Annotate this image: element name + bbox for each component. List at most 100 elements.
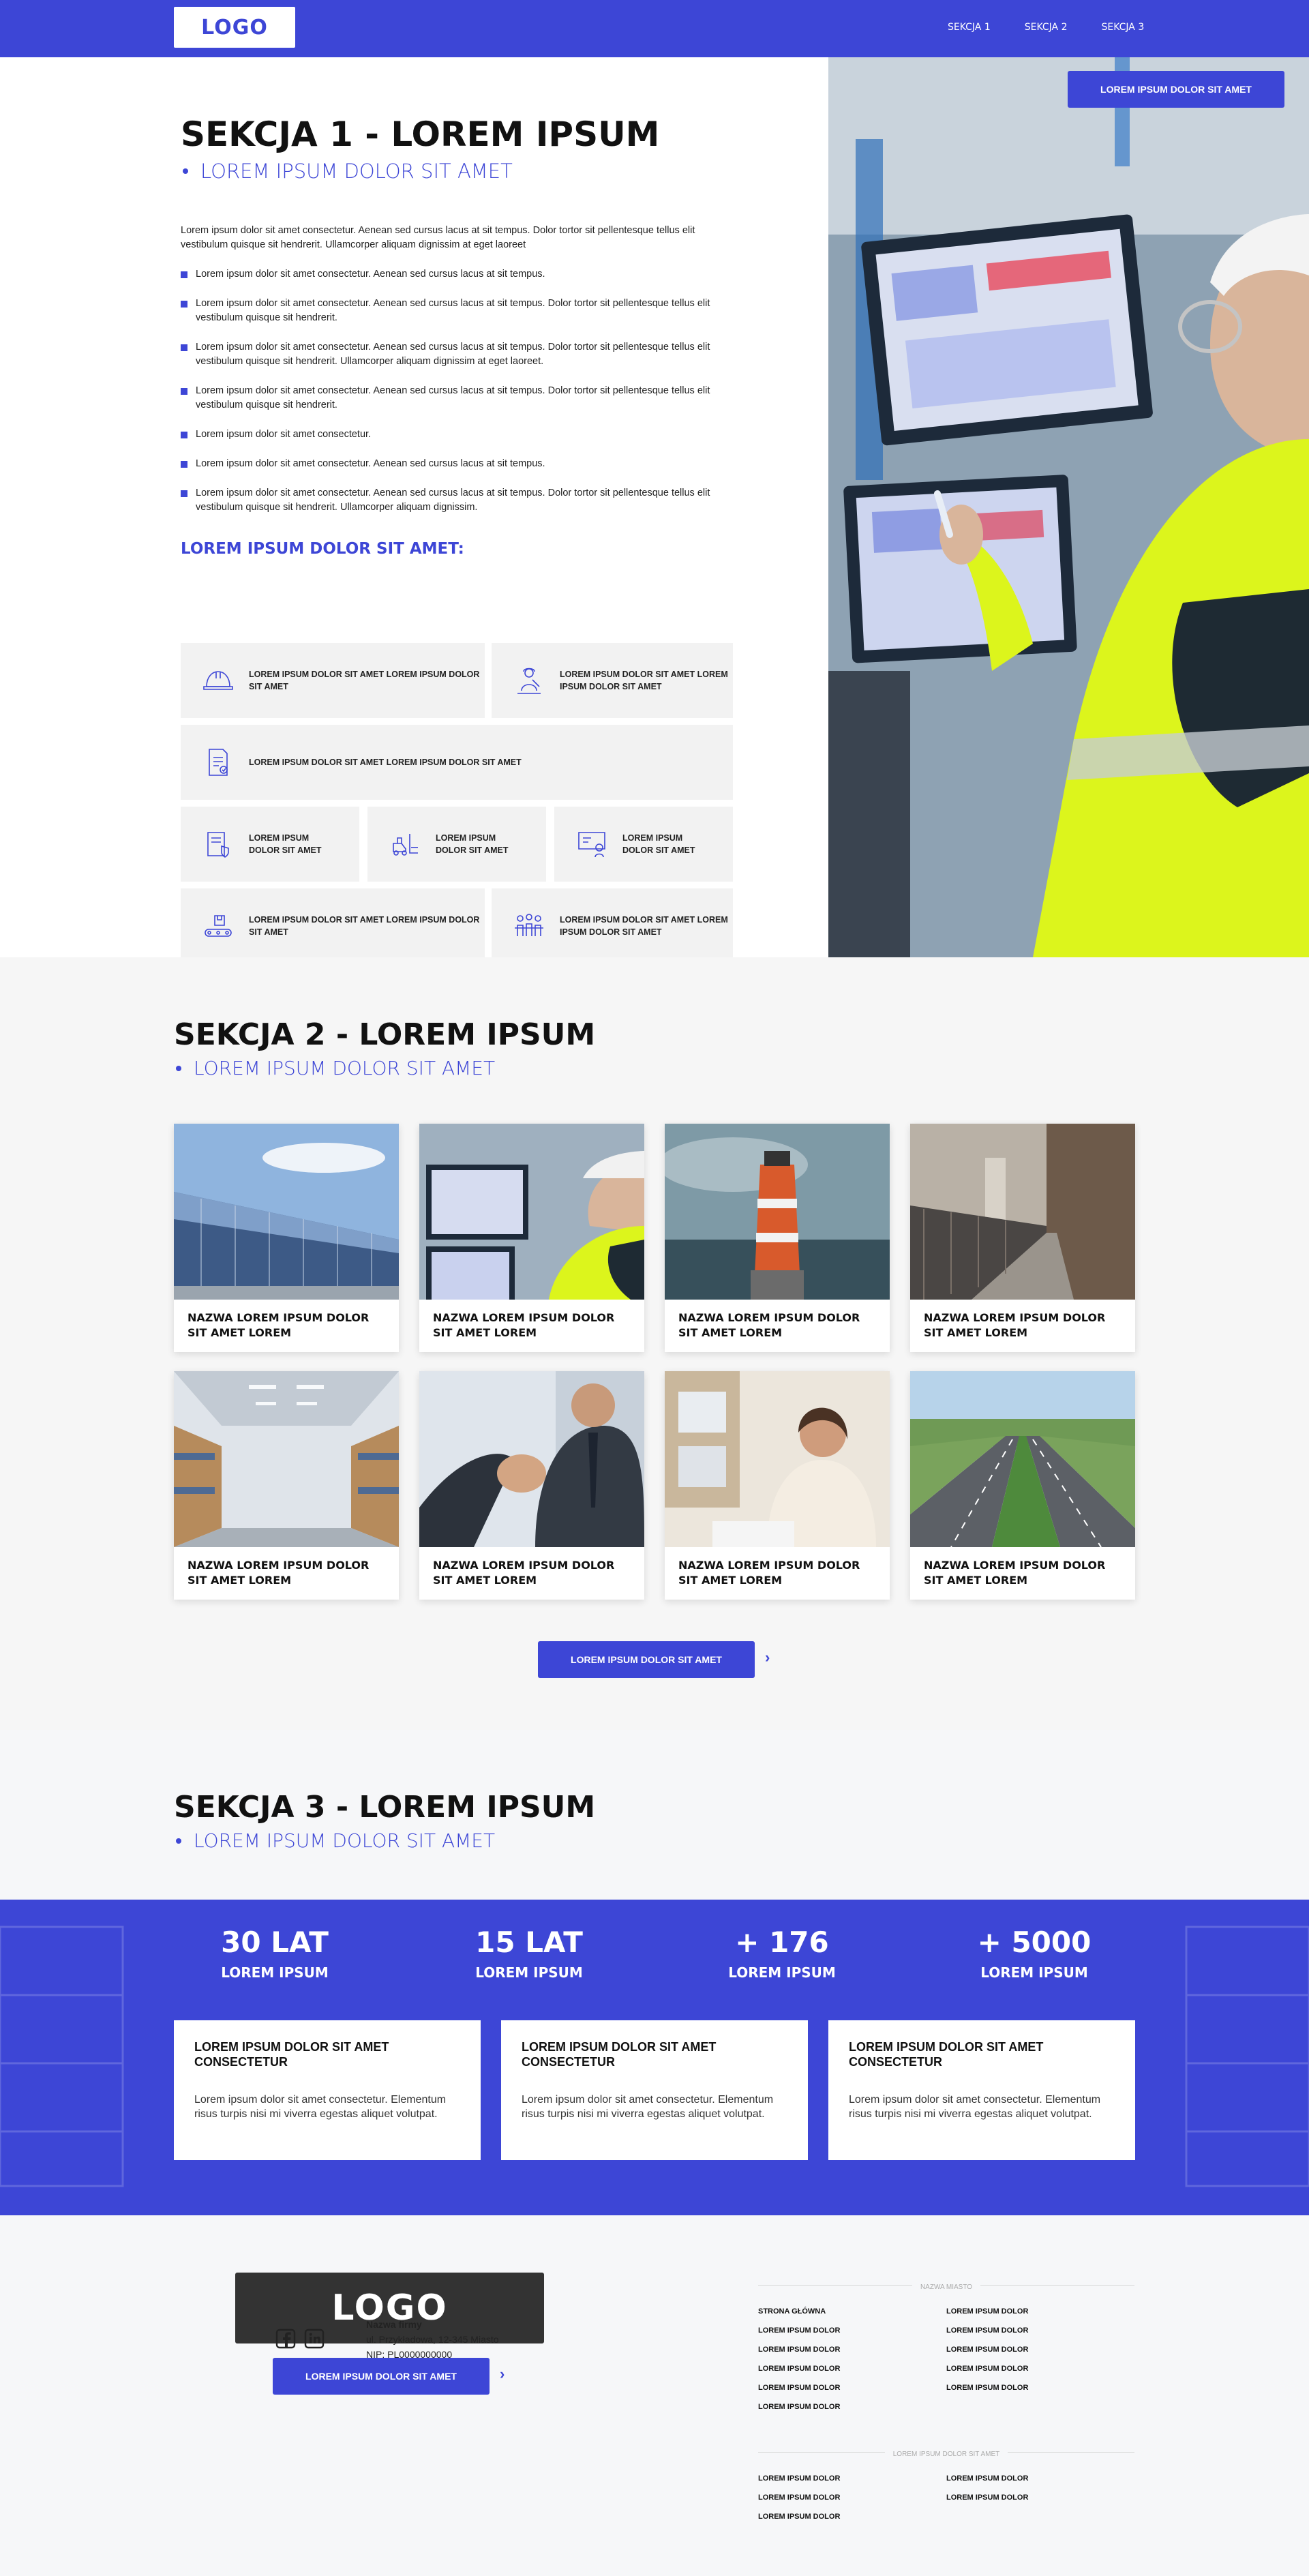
project-card[interactable]: NAZWA LOREM IPSUM DOLOR SIT AMET LOREM: [665, 1124, 890, 1352]
feature-label: LOREM IPSUM DOLOR SIT AMET LOREM IPSUM D…: [560, 670, 728, 691]
project-card[interactable]: NAZWA LOREM IPSUM DOLOR SIT AMET LOREM: [910, 1124, 1135, 1352]
hero-photo-illustration: [828, 57, 1309, 957]
section-3-subtitle-text: LOREM IPSUM DOLOR SIT AMET: [194, 1829, 496, 1852]
bullet-dot: [183, 168, 188, 174]
nav-link-sekcja-1[interactable]: SEKCJA 1: [948, 22, 991, 33]
section-1: SEKCJA 1 - LOREM IPSUM LOREM IPSUM DOLOR…: [0, 57, 1309, 963]
feature-label: LOREM IPSUM DOLOR SIT AMET LOREM IPSUM D…: [249, 670, 480, 691]
footer-link[interactable]: LOREM IPSUM DOLOR: [758, 2469, 946, 2488]
section-3: SEKCJA 3 - LOREM IPSUM LOREM IPSUM DOLOR…: [0, 1730, 1309, 2576]
card-image-handshake: [419, 1371, 644, 1547]
footer-link[interactable]: LOREM IPSUM DOLOR: [946, 2321, 1134, 2340]
bullet-dot: [176, 1065, 181, 1071]
card-image-control-room: [419, 1124, 644, 1300]
footer-link[interactable]: LOREM IPSUM DOLOR: [758, 2378, 946, 2397]
bullet-item: Lorem ipsum dolor sit amet consectetur. …: [181, 297, 736, 325]
stat-value: 30 LAT: [221, 1926, 329, 1959]
chevron-right-icon[interactable]: ›: [765, 1649, 770, 1666]
project-card[interactable]: NAZWA LOREM IPSUM DOLOR SIT AMET LOREM: [174, 1371, 399, 1600]
footer-link[interactable]: LOREM IPSUM DOLOR: [946, 2488, 1134, 2507]
section-1-bullet-list: Lorem ipsum dolor sit amet consectetur. …: [181, 267, 736, 530]
section-3-title: SEKCJA 3 - LOREM IPSUM: [174, 1790, 596, 1825]
footer-link[interactable]: STRONA GŁÓWNA: [758, 2302, 946, 2321]
header-logo[interactable]: LOGO: [174, 7, 295, 48]
card-title: NAZWA LOREM IPSUM DOLOR SIT AMET LOREM: [433, 1559, 615, 1587]
feature-tile: LOREM IPSUM DOLOR SIT AMET LOREM IPSUM D…: [181, 643, 485, 718]
section-2-more-button[interactable]: LOREM IPSUM DOLOR SIT AMET: [538, 1641, 755, 1678]
header-cta-button[interactable]: LOREM IPSUM DOLOR SIT AMET: [1068, 71, 1284, 108]
feature-tile: LOREM IPSUM DOLOR SIT AMET: [367, 807, 546, 882]
stat-item: + 176 LOREM IPSUM: [680, 1926, 884, 1981]
section-2-subtitle-text: LOREM IPSUM DOLOR SIT AMET: [194, 1057, 496, 1079]
card-title: NAZWA LOREM IPSUM DOLOR SIT AMET LOREM: [187, 1559, 370, 1587]
info-box-text: Lorem ipsum dolor sit amet consectetur. …: [194, 2094, 447, 2120]
footer-link[interactable]: LOREM IPSUM DOLOR: [946, 2378, 1134, 2397]
section-1-intro: Lorem ipsum dolor sit amet consectetur. …: [181, 225, 695, 250]
project-card[interactable]: NAZWA LOREM IPSUM DOLOR SIT AMET LOREM: [665, 1371, 890, 1600]
footer-link[interactable]: LOREM IPSUM DOLOR: [946, 2340, 1134, 2359]
stat-label: LOREM IPSUM: [728, 1964, 836, 1981]
section-1-subtitle: LOREM IPSUM DOLOR SIT AMET: [183, 160, 513, 183]
card-image-building: [174, 1124, 399, 1300]
card-title: NAZWA LOREM IPSUM DOLOR SIT AMET LOREM: [924, 1559, 1106, 1587]
card-title: NAZWA LOREM IPSUM DOLOR SIT AMET LOREM: [678, 1311, 860, 1339]
card-title: NAZWA LOREM IPSUM DOLOR SIT AMET LOREM: [924, 1311, 1106, 1339]
card-title: NAZWA LOREM IPSUM DOLOR SIT AMET LOREM: [433, 1311, 615, 1339]
nav-link-sekcja-3[interactable]: SEKCJA 3: [1102, 22, 1145, 33]
footer-links-group-2: LOREM IPSUM DOLOR SIT AMET LOREM IPSUM D…: [758, 2447, 1134, 2526]
project-card[interactable]: NAZWA LOREM IPSUM DOLOR SIT AMET LOREM: [910, 1371, 1135, 1600]
footer-link-column: LOREM IPSUM DOLOR LOREM IPSUM DOLOR: [946, 2469, 1134, 2526]
footer-divider-label: NAZWA MIASTO: [912, 2283, 981, 2291]
info-box-text: Lorem ipsum dolor sit amet consectetur. …: [849, 2094, 1101, 2120]
footer-link[interactable]: LOREM IPSUM DOLOR: [758, 2340, 946, 2359]
section-2-subtitle: LOREM IPSUM DOLOR SIT AMET: [176, 1057, 495, 1079]
stat-item: 30 LAT LOREM IPSUM: [172, 1926, 377, 1981]
footer-link-columns: STRONA GŁÓWNA LOREM IPSUM DOLOR LOREM IP…: [758, 2302, 1134, 2416]
chevron-right-icon[interactable]: ›: [500, 2365, 505, 2383]
footer-link[interactable]: LOREM IPSUM DOLOR: [758, 2321, 946, 2340]
linkedin-icon[interactable]: [304, 2328, 325, 2349]
nav-link-sekcja-2[interactable]: SEKCJA 2: [1025, 22, 1068, 33]
footer-cta-button[interactable]: LOREM IPSUM DOLOR SIT AMET: [273, 2358, 490, 2395]
feature-tile: LOREM IPSUM DOLOR SIT AMET: [181, 807, 359, 882]
features-heading: LOREM IPSUM DOLOR SIT AMET:: [181, 540, 464, 558]
footer-links-group-1: NAZWA MIASTO STRONA GŁÓWNA LOREM IPSUM D…: [758, 2280, 1134, 2416]
project-card[interactable]: NAZWA LOREM IPSUM DOLOR SIT AMET LOREM: [174, 1124, 399, 1352]
stat-value: 15 LAT: [475, 1926, 583, 1959]
forklift-icon: [393, 834, 418, 856]
footer-link[interactable]: LOREM IPSUM DOLOR: [758, 2488, 946, 2507]
bullet-item: Lorem ipsum dolor sit amet consectetur. …: [181, 340, 736, 369]
info-box-text: Lorem ipsum dolor sit amet consectetur. …: [522, 2094, 774, 2120]
footer-link[interactable]: LOREM IPSUM DOLOR: [758, 2359, 946, 2378]
footer-link[interactable]: LOREM IPSUM DOLOR: [758, 2397, 946, 2416]
card-title: NAZWA LOREM IPSUM DOLOR SIT AMET LOREM: [187, 1311, 370, 1339]
card-image-office-woman: [665, 1371, 890, 1547]
footer-link[interactable]: LOREM IPSUM DOLOR: [946, 2302, 1134, 2321]
info-box: LOREM IPSUM DOLOR SIT AMET CONSECTETUR L…: [828, 2020, 1135, 2160]
footer-link-column: LOREM IPSUM DOLOR LOREM IPSUM DOLOR LORE…: [758, 2469, 946, 2526]
info-box-title: LOREM IPSUM DOLOR SIT AMET CONSECTETUR: [522, 2040, 717, 2069]
card-image-warehouse: [174, 1371, 399, 1547]
stat-item: 15 LAT LOREM IPSUM: [427, 1926, 631, 1981]
feature-label: LOREM IPSUM DOLOR SIT AMET LOREM IPSUM D…: [560, 915, 728, 937]
project-card[interactable]: NAZWA LOREM IPSUM DOLOR SIT AMET LOREM: [419, 1124, 644, 1352]
project-card[interactable]: NAZWA LOREM IPSUM DOLOR SIT AMET LOREM: [419, 1371, 644, 1600]
card-title: NAZWA LOREM IPSUM DOLOR SIT AMET LOREM: [678, 1559, 860, 1587]
bullet-item: Lorem ipsum dolor sit amet consectetur. …: [181, 267, 736, 282]
footer-link[interactable]: LOREM IPSUM DOLOR: [946, 2469, 1134, 2488]
facebook-icon[interactable]: [275, 2328, 296, 2349]
conveyor-icon: [205, 915, 232, 937]
feature-tile: LOREM IPSUM DOLOR SIT AMET LOREM IPSUM D…: [492, 643, 733, 718]
section-2-title: SEKCJA 2 - LOREM IPSUM: [174, 1017, 596, 1052]
bullet-item: Lorem ipsum dolor sit amet consectetur. …: [181, 486, 736, 515]
footer-link-columns: LOREM IPSUM DOLOR LOREM IPSUM DOLOR LORE…: [758, 2469, 1134, 2526]
stats-band: 30 LAT LOREM IPSUM 15 LAT LOREM IPSUM + …: [0, 1900, 1309, 2215]
footer-link[interactable]: LOREM IPSUM DOLOR: [758, 2507, 946, 2526]
footer-link-column: LOREM IPSUM DOLOR LOREM IPSUM DOLOR LORE…: [946, 2302, 1134, 2416]
presentation-icon: [578, 832, 605, 858]
feature-tile: LOREM IPSUM DOLOR SIT AMET: [554, 807, 733, 882]
company-info: Nazwa firmy ul. Przykładowa, 12-345 Mias…: [366, 2317, 499, 2362]
section-2: SEKCJA 2 - LOREM IPSUM LOREM IPSUM DOLOR…: [0, 957, 1309, 1730]
bullet-item: Lorem ipsum dolor sit amet consectetur. …: [181, 457, 736, 471]
footer-link[interactable]: LOREM IPSUM DOLOR: [946, 2359, 1134, 2378]
